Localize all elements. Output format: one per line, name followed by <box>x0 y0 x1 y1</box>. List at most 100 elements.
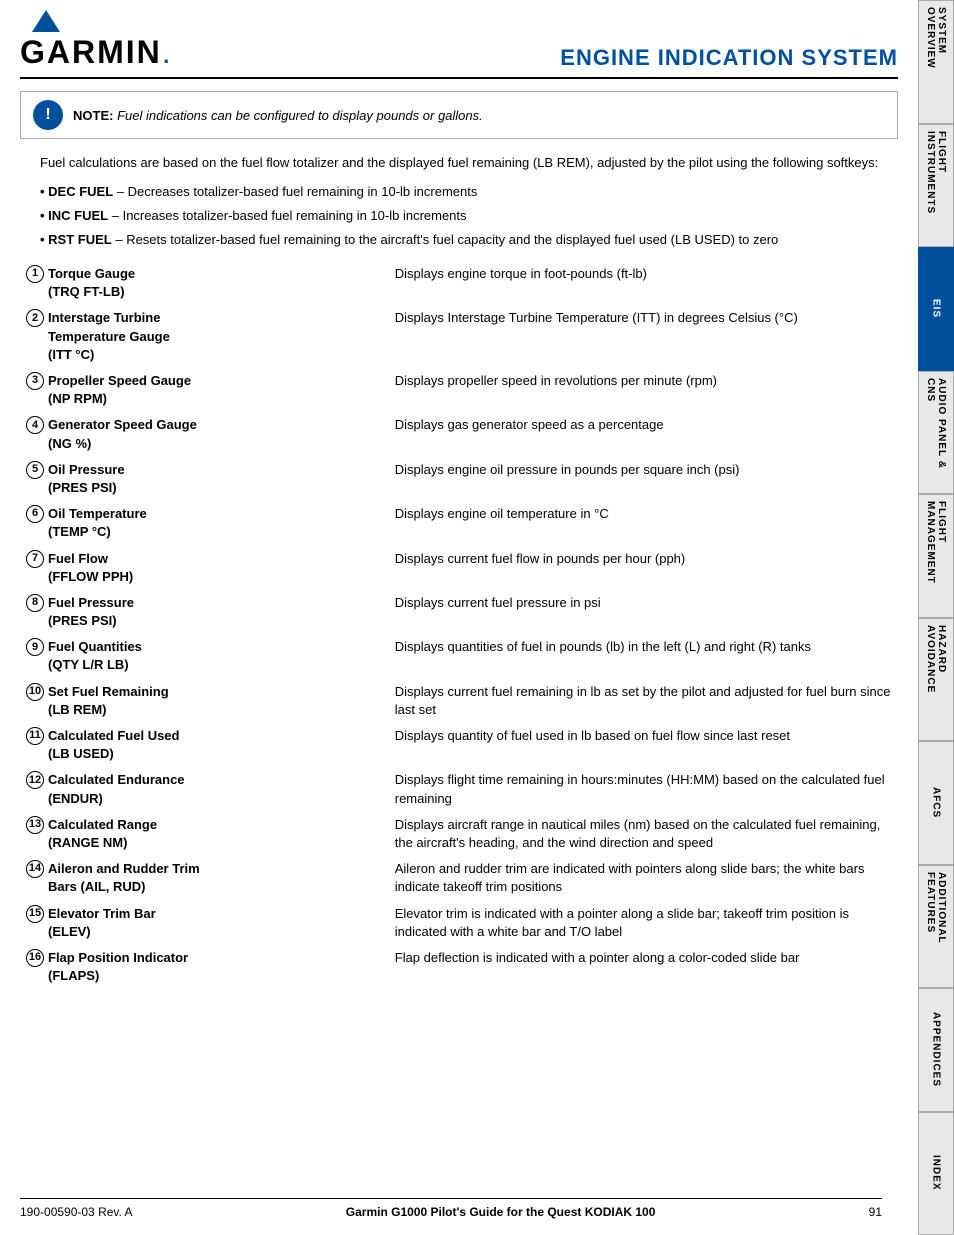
footer-center: Garmin G1000 Pilot's Guide for the Quest… <box>346 1205 656 1219</box>
page-header: GARMIN. ENGINE INDICATION SYSTEM <box>20 10 898 79</box>
table-row: 5Oil Pressure(PRES PSI)Displays engine o… <box>20 457 898 501</box>
item-label-lines: Oil Temperature(TEMP °C) <box>48 505 147 541</box>
item-label-lines: Fuel Pressure(PRES PSI) <box>48 594 134 630</box>
item-label-lines: Calculated Fuel Used(LB USED) <box>48 727 179 763</box>
item-number: 8 <box>26 594 44 612</box>
item-description: Displays aircraft range in nautical mile… <box>389 812 898 856</box>
item-description: Displays current fuel remaining in lb as… <box>389 679 898 723</box>
table-row: 13Calculated Range(RANGE NM)Displays air… <box>20 812 898 856</box>
table-row: 3Propeller Speed Gauge(NP RPM)Displays p… <box>20 368 898 412</box>
footer-right: 91 <box>869 1205 882 1219</box>
item-label-cell: 7Fuel Flow(FFLOW PPH) <box>20 546 389 590</box>
item-label-cell: 16Flap Position Indicator(FLAPS) <box>20 945 389 989</box>
item-label-cell: 11Calculated Fuel Used(LB USED) <box>20 723 389 767</box>
body-paragraph: Fuel calculations are based on the fuel … <box>20 153 898 173</box>
item-label-lines: Interstage TurbineTemperature Gauge(ITT … <box>48 309 170 364</box>
item-label-cell: 14Aileron and Rudder TrimBars (AIL, RUD) <box>20 856 389 900</box>
table-row: 6Oil Temperature(TEMP °C)Displays engine… <box>20 501 898 545</box>
item-number: 9 <box>26 638 44 656</box>
item-number: 5 <box>26 461 44 479</box>
sidebar-tab[interactable]: ADDITIONAL FEATURES <box>918 865 954 989</box>
table-row: 14Aileron and Rudder TrimBars (AIL, RUD)… <box>20 856 898 900</box>
item-description: Displays gas generator speed as a percen… <box>389 412 898 456</box>
item-number: 6 <box>26 505 44 523</box>
table-row: 7Fuel Flow(FFLOW PPH)Displays current fu… <box>20 546 898 590</box>
note-box: ! NOTE: Fuel indications can be configur… <box>20 91 898 139</box>
sidebar-tab[interactable]: EIS <box>918 247 954 371</box>
right-sidebar: SYSTEM OVERVIEWFLIGHT INSTRUMENTSEISAUDI… <box>918 0 954 1235</box>
item-label-lines: Torque Gauge(TRQ FT-LB) <box>48 265 135 301</box>
item-label-lines: Propeller Speed Gauge(NP RPM) <box>48 372 191 408</box>
item-label-lines: Calculated Range(RANGE NM) <box>48 816 157 852</box>
item-number: 2 <box>26 309 44 327</box>
item-description: Displays engine oil pressure in pounds p… <box>389 457 898 501</box>
item-description: Displays quantities of fuel in pounds (l… <box>389 634 898 678</box>
item-label-cell: 15Elevator Trim Bar(ELEV) <box>20 901 389 945</box>
table-row: 11Calculated Fuel Used(LB USED)Displays … <box>20 723 898 767</box>
note-text: NOTE: Fuel indications can be configured… <box>73 108 483 123</box>
note-icon: ! <box>33 100 63 130</box>
sidebar-tab[interactable]: AUDIO PANEL & CNS <box>918 371 954 495</box>
item-label-cell: 12Calculated Endurance(ENDUR) <box>20 767 389 811</box>
item-label-cell: 9Fuel Quantities(QTY L/R LB) <box>20 634 389 678</box>
item-label-lines: Oil Pressure(PRES PSI) <box>48 461 125 497</box>
item-label-lines: Set Fuel Remaining(LB REM) <box>48 683 169 719</box>
sidebar-tab[interactable]: APPENDICES <box>918 988 954 1112</box>
item-number: 14 <box>26 860 44 878</box>
page-title: ENGINE INDICATION SYSTEM <box>560 45 898 71</box>
table-row: 8Fuel Pressure(PRES PSI)Displays current… <box>20 590 898 634</box>
table-row: 9Fuel Quantities(QTY L/R LB)Displays qua… <box>20 634 898 678</box>
item-label-lines: Generator Speed Gauge(NG %) <box>48 416 197 452</box>
footer-left: 190-00590-03 Rev. A <box>20 1205 133 1219</box>
item-label-cell: 10Set Fuel Remaining(LB REM) <box>20 679 389 723</box>
item-number: 10 <box>26 683 44 701</box>
item-number: 4 <box>26 416 44 434</box>
page-footer: 190-00590-03 Rev. A Garmin G1000 Pilot's… <box>20 1198 882 1219</box>
item-number: 1 <box>26 265 44 283</box>
table-row: 2Interstage TurbineTemperature Gauge(ITT… <box>20 305 898 368</box>
sidebar-tab[interactable]: FLIGHT INSTRUMENTS <box>918 124 954 248</box>
bullet-item: DEC FUEL – Decreases totalizer-based fue… <box>40 183 898 201</box>
item-description: Displays quantity of fuel used in lb bas… <box>389 723 898 767</box>
table-row: 12Calculated Endurance(ENDUR)Displays fl… <box>20 767 898 811</box>
item-label-cell: 8Fuel Pressure(PRES PSI) <box>20 590 389 634</box>
item-label-cell: 3Propeller Speed Gauge(NP RPM) <box>20 368 389 412</box>
sidebar-tab[interactable]: AFCS <box>918 741 954 865</box>
bullet-item: INC FUEL – Increases totalizer-based fue… <box>40 207 898 225</box>
item-description: Displays flight time remaining in hours:… <box>389 767 898 811</box>
sidebar-tab[interactable]: SYSTEM OVERVIEW <box>918 0 954 124</box>
sidebar-tab[interactable]: HAZARD AVOIDANCE <box>918 618 954 742</box>
table-row: 16Flap Position Indicator(FLAPS)Flap def… <box>20 945 898 989</box>
item-label-cell: 1Torque Gauge(TRQ FT-LB) <box>20 261 389 305</box>
sidebar-tab[interactable]: INDEX <box>918 1112 954 1235</box>
item-label-cell: 2Interstage TurbineTemperature Gauge(ITT… <box>20 305 389 368</box>
item-label-lines: Fuel Quantities(QTY L/R LB) <box>48 638 142 674</box>
bullet-item: RST FUEL – Resets totalizer-based fuel r… <box>40 231 898 249</box>
item-description: Displays engine oil temperature in °C <box>389 501 898 545</box>
item-label-lines: Aileron and Rudder TrimBars (AIL, RUD) <box>48 860 200 896</box>
bullet-list: DEC FUEL – Decreases totalizer-based fue… <box>40 183 898 250</box>
sidebar-tab[interactable]: FLIGHT MANAGEMENT <box>918 494 954 618</box>
item-label-cell: 5Oil Pressure(PRES PSI) <box>20 457 389 501</box>
item-description: Displays current fuel flow in pounds per… <box>389 546 898 590</box>
garmin-logo: GARMIN. <box>20 10 171 71</box>
item-label-cell: 4Generator Speed Gauge(NG %) <box>20 412 389 456</box>
items-table: 1Torque Gauge(TRQ FT-LB)Displays engine … <box>20 261 898 989</box>
table-row: 15Elevator Trim Bar(ELEV)Elevator trim i… <box>20 901 898 945</box>
item-number: 3 <box>26 372 44 390</box>
garmin-triangle-icon <box>32 10 60 32</box>
item-number: 11 <box>26 727 44 745</box>
table-row: 1Torque Gauge(TRQ FT-LB)Displays engine … <box>20 261 898 305</box>
item-description: Displays engine torque in foot-pounds (f… <box>389 261 898 305</box>
item-description: Aileron and rudder trim are indicated wi… <box>389 856 898 900</box>
item-label-cell: 6Oil Temperature(TEMP °C) <box>20 501 389 545</box>
item-label-cell: 13Calculated Range(RANGE NM) <box>20 812 389 856</box>
item-label-lines: Flap Position Indicator(FLAPS) <box>48 949 188 985</box>
item-description: Flap deflection is indicated with a poin… <box>389 945 898 989</box>
item-description: Displays propeller speed in revolutions … <box>389 368 898 412</box>
item-number: 15 <box>26 905 44 923</box>
item-description: Displays Interstage Turbine Temperature … <box>389 305 898 368</box>
item-label-lines: Calculated Endurance(ENDUR) <box>48 771 185 807</box>
item-description: Displays current fuel pressure in psi <box>389 590 898 634</box>
item-number: 7 <box>26 550 44 568</box>
